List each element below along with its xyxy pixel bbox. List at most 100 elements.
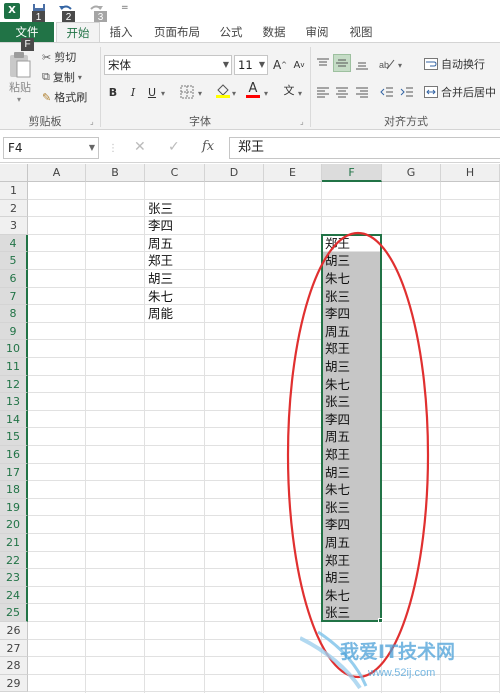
row-header-26[interactable]: 26 — [0, 622, 28, 640]
cell-c2[interactable]: 张三 — [145, 200, 173, 218]
cell-f4[interactable]: 郑王 — [322, 235, 350, 253]
row-header-7[interactable]: 7 — [0, 287, 28, 306]
row-header-2[interactable]: 2 — [0, 199, 28, 218]
row-header-23[interactable]: 23 — [0, 569, 28, 587]
borders-dropdown-icon[interactable]: ▾ — [198, 89, 202, 98]
format-painter-button[interactable]: ✎ 格式刷 — [42, 89, 87, 105]
align-bottom-button[interactable] — [353, 55, 371, 73]
align-left-button[interactable] — [314, 83, 332, 101]
fill-color-button[interactable] — [214, 81, 232, 99]
borders-button[interactable] — [178, 83, 196, 101]
column-header-c[interactable]: C — [145, 164, 205, 182]
bold-button[interactable]: B — [104, 83, 122, 101]
underline-dropdown-icon[interactable]: ▾ — [161, 89, 165, 98]
customize-quick-access-icon[interactable]: = — [121, 3, 129, 13]
cell-f8[interactable]: 李四 — [322, 305, 350, 323]
copy-dropdown-icon[interactable]: ▾ — [78, 73, 82, 82]
cell-c5[interactable]: 郑王 — [145, 252, 173, 270]
column-header-e[interactable]: E — [264, 164, 322, 182]
row-header-13[interactable]: 13 — [0, 393, 28, 411]
row-header-20[interactable]: 20 — [0, 516, 28, 534]
row-header-5[interactable]: 5 — [0, 252, 28, 270]
insert-function-icon[interactable]: fx — [202, 139, 214, 154]
row-header-21[interactable]: 21 — [0, 534, 28, 552]
decrease-indent-button[interactable] — [378, 83, 396, 101]
cell-f14[interactable]: 李四 — [322, 411, 350, 429]
cell-f15[interactable]: 周五 — [322, 428, 350, 446]
phonetic-dropdown-icon[interactable]: ▾ — [298, 89, 302, 98]
cell-f16[interactable]: 郑王 — [322, 446, 350, 464]
row-header-29[interactable]: 29 — [0, 674, 28, 693]
fill-color-dropdown-icon[interactable]: ▾ — [232, 89, 236, 98]
cell-f22[interactable]: 郑王 — [322, 552, 350, 570]
row-header-18[interactable]: 18 — [0, 481, 28, 499]
cell-f13[interactable]: 张三 — [322, 393, 350, 411]
merge-center-button[interactable]: 合并后居中 — [424, 84, 496, 100]
cell-f19[interactable]: 张三 — [322, 499, 350, 517]
formula-bar-grip-icon[interactable]: ⋮ — [108, 143, 118, 154]
cell-f12[interactable]: 朱七 — [322, 376, 350, 394]
cancel-icon[interactable]: ✕ — [134, 139, 146, 155]
row-header-8[interactable]: 8 — [0, 305, 28, 323]
cell-f5[interactable]: 胡三 — [322, 252, 350, 270]
row-header-15[interactable]: 15 — [0, 428, 28, 446]
row-header-19[interactable]: 19 — [0, 498, 28, 517]
tab-page-layout[interactable]: 页面布局 — [148, 22, 206, 42]
name-box[interactable]: F4 ▼ — [3, 137, 99, 159]
align-top-button[interactable] — [314, 55, 332, 73]
row-header-4[interactable]: 4 — [0, 234, 28, 253]
font-name-dropdown-icon[interactable]: ▼ — [223, 56, 229, 74]
cell-f7[interactable]: 张三 — [322, 288, 350, 306]
cell-f9[interactable]: 周五 — [322, 323, 350, 341]
font-launcher-icon[interactable]: ⌟ — [300, 117, 304, 126]
font-color-button[interactable]: A — [244, 81, 262, 99]
column-header-f[interactable]: F — [322, 164, 382, 182]
name-box-dropdown-icon[interactable]: ▼ — [89, 138, 95, 158]
tab-data[interactable]: 数据 — [257, 22, 291, 42]
row-header-1[interactable]: 1 — [0, 182, 28, 200]
select-all-corner[interactable] — [0, 164, 28, 182]
cell-c6[interactable]: 胡三 — [145, 270, 173, 288]
row-header-9[interactable]: 9 — [0, 322, 28, 341]
font-size-dropdown-icon[interactable]: ▼ — [259, 56, 265, 74]
align-right-button[interactable] — [353, 83, 371, 101]
row-header-14[interactable]: 14 — [0, 410, 28, 429]
tab-insert[interactable]: 插入 — [103, 22, 139, 42]
column-header-d[interactable]: D — [205, 164, 264, 182]
cell-f17[interactable]: 胡三 — [322, 464, 350, 482]
cut-button[interactable]: ✂ 剪切 — [42, 49, 76, 65]
formula-input[interactable]: 郑王 — [229, 137, 500, 159]
wrap-text-button[interactable]: 自动换行 — [424, 56, 485, 72]
row-header-16[interactable]: 16 — [0, 446, 28, 464]
cell-c3[interactable]: 李四 — [145, 217, 173, 235]
cell-f25[interactable]: 张三 — [322, 604, 350, 622]
phonetic-button[interactable]: 文 — [280, 81, 298, 99]
row-header-3[interactable]: 3 — [0, 217, 28, 235]
row-header-28[interactable]: 28 — [0, 657, 28, 675]
cell-f21[interactable]: 周五 — [322, 534, 350, 552]
grow-font-button[interactable]: A ^ — [271, 56, 289, 74]
enter-icon[interactable]: ✓ — [168, 139, 180, 155]
cell-f10[interactable]: 郑王 — [322, 340, 350, 358]
underline-button[interactable]: U — [143, 83, 161, 101]
clipboard-launcher-icon[interactable]: ⌟ — [90, 117, 94, 126]
row-header-22[interactable]: 22 — [0, 551, 28, 570]
align-center-button[interactable] — [333, 83, 351, 101]
font-name-combo[interactable]: 宋体 ▼ — [104, 55, 232, 75]
cell-f23[interactable]: 胡三 — [322, 569, 350, 587]
cell-c8[interactable]: 周能 — [145, 305, 173, 323]
fill-handle[interactable] — [378, 618, 383, 623]
row-header-12[interactable]: 12 — [0, 375, 28, 394]
tab-home[interactable]: 开始 — [56, 22, 100, 42]
row-header-27[interactable]: 27 — [0, 639, 28, 658]
column-header-g[interactable]: G — [382, 164, 441, 182]
tab-review[interactable]: 审阅 — [300, 22, 334, 42]
row-header-24[interactable]: 24 — [0, 586, 28, 605]
cell-c4[interactable]: 周五 — [145, 235, 173, 253]
paste-button[interactable]: 粘贴 — [9, 79, 31, 95]
tab-view[interactable]: 视图 — [344, 22, 378, 42]
cell-f11[interactable]: 胡三 — [322, 358, 350, 376]
cell-f18[interactable]: 朱七 — [322, 481, 350, 499]
cell-f20[interactable]: 李四 — [322, 516, 350, 534]
row-header-17[interactable]: 17 — [0, 463, 28, 482]
